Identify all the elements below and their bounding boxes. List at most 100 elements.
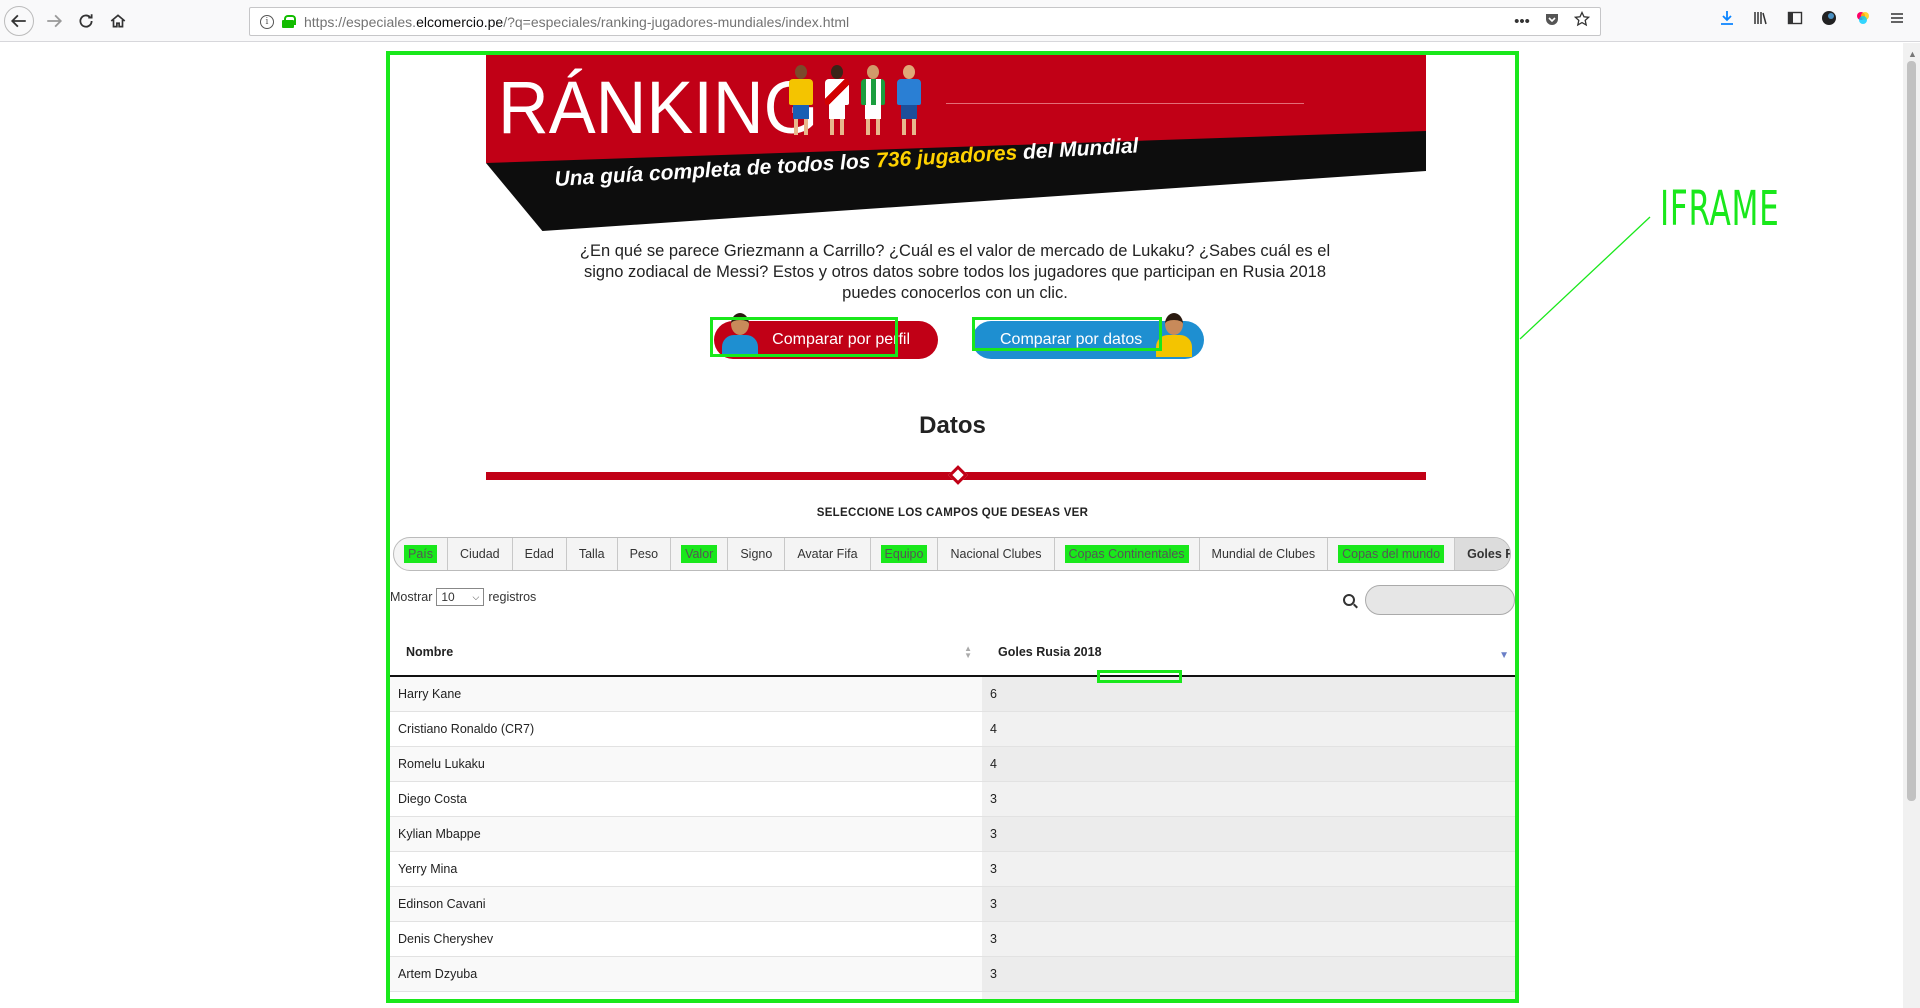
extension-dark-icon[interactable] xyxy=(1818,7,1840,29)
table-row: Edinson Cavani 3 xyxy=(390,885,1515,921)
field-toggle-label: Equipo xyxy=(880,545,928,563)
table-row: Artem Dzyuba 3 xyxy=(390,955,1515,991)
banner-divider xyxy=(946,103,1304,104)
arrow-right-icon xyxy=(47,14,63,28)
player-name-cell: Cristiano Ronaldo (CR7) xyxy=(390,710,982,746)
highlight-box xyxy=(1097,670,1182,683)
back-button[interactable] xyxy=(4,6,34,36)
search-input[interactable] xyxy=(1365,585,1515,615)
extension-color-icon[interactable] xyxy=(1852,7,1874,29)
goals-cell: 3 xyxy=(982,955,1515,991)
highlight-box xyxy=(710,317,898,357)
field-toggle-goles-rusia-2018[interactable]: Goles Rusia 2018 xyxy=(1455,538,1510,570)
player-figure-icon xyxy=(858,65,888,137)
goals-cell: 6 xyxy=(982,675,1515,711)
player-name-cell: Romelu Lukaku xyxy=(390,745,982,781)
right-toolbar xyxy=(1716,7,1920,29)
sidebar-icon[interactable] xyxy=(1784,7,1806,29)
url-text[interactable]: https://especiales.elcomercio.pe/?q=espe… xyxy=(304,14,849,30)
field-toggle-avatar-fifa[interactable]: Avatar Fifa xyxy=(785,538,871,570)
field-toggle-label: Copas Continentales xyxy=(1064,545,1189,563)
table-row: Neymar da Silva Santos (Neymar)2 xyxy=(390,990,1515,999)
field-toggle-valor[interactable]: Valor xyxy=(671,538,729,570)
player-name-cell: Artem Dzyuba xyxy=(390,955,982,991)
section-title: Datos xyxy=(919,412,986,439)
field-toggle-copas-continentales[interactable]: Copas Continentales xyxy=(1055,538,1200,570)
embedded-iframe: RÁNKING Una guía completa de todos los 7… xyxy=(386,51,1519,1003)
field-toggle-equipo[interactable]: Equipo xyxy=(871,538,939,570)
length-menu-prefix: Mostrar xyxy=(390,590,433,604)
player-name-cell: Harry Kane xyxy=(390,675,982,711)
field-toggle-nacional-clubes[interactable]: Nacional Clubes xyxy=(938,538,1055,570)
length-menu: Mostrar 10 ⌵ registros xyxy=(390,588,536,606)
forward-button[interactable] xyxy=(40,7,68,35)
table-row: Diego Costa 3 xyxy=(390,780,1515,816)
field-toggle-copas-del-mundo[interactable]: Copas del mundo xyxy=(1328,538,1456,570)
scroll-up-icon[interactable]: ▲ xyxy=(1908,49,1917,59)
table-row: Romelu Lukaku 4 xyxy=(390,745,1515,781)
download-icon[interactable] xyxy=(1716,7,1738,29)
field-toggle-ciudad[interactable]: Ciudad xyxy=(448,538,513,570)
url-actions: ••• xyxy=(1512,10,1592,31)
field-toggle-país[interactable]: País xyxy=(394,538,449,570)
field-toggle-label: Talla xyxy=(578,547,605,561)
reload-button[interactable] xyxy=(72,7,100,35)
table-row: Harry Kane 6 xyxy=(390,675,1515,711)
browser-toolbar: i https://especiales.elcomercio.pe/?q=es… xyxy=(0,0,1920,42)
intro-paragraph: ¿En qué se parece Griezmann a Carrillo? … xyxy=(579,242,1331,302)
page-viewport: IFRAME RÁNKING Una guía completa de todo… xyxy=(0,43,1920,1008)
table-row: Yerry Mina 3 xyxy=(390,850,1515,886)
scroll-thumb[interactable] xyxy=(1907,61,1916,801)
field-toggle-label: Avatar Fifa xyxy=(797,547,858,561)
field-toggle-label: Ciudad xyxy=(460,547,500,561)
goals-cell: 4 xyxy=(982,710,1515,746)
field-toggle-mundial-de-clubes[interactable]: Mundial de Clubes xyxy=(1200,538,1329,570)
field-toggle-label: Peso xyxy=(629,547,659,561)
player-name-cell: Yerry Mina xyxy=(390,850,982,886)
bookmark-star-icon[interactable] xyxy=(1572,10,1592,31)
players-table: Nombre ▲ ▼ Goles Rusia 2018 ▼ Harry Kane 6… xyxy=(390,628,1515,999)
page-scrollbar[interactable]: ▲ xyxy=(1903,43,1920,1008)
goals-cell: 3 xyxy=(982,920,1515,956)
field-toggle-label: Edad xyxy=(524,547,554,561)
field-toggle-label: Goles Rusia 2018 xyxy=(1467,547,1510,561)
player-name-cell: Edinson Cavani xyxy=(390,885,982,921)
chevron-down-icon: ⌵ xyxy=(472,591,480,602)
field-toggle-peso[interactable]: Peso xyxy=(618,538,672,570)
field-toggle-label: Valor xyxy=(681,545,718,563)
player-figure-icon xyxy=(894,65,924,137)
column-header-name[interactable]: Nombre ▲ ▼ xyxy=(390,628,982,677)
goals-cell: 3 xyxy=(982,815,1515,851)
player-name-cell: Denis Cheryshev xyxy=(390,920,982,956)
table-row: Kylian Mbappe 3 xyxy=(390,815,1515,851)
player-name-cell: Kylian Mbappe xyxy=(390,815,982,851)
ranking-banner: RÁNKING Una guía completa de todos los 7… xyxy=(486,55,1426,235)
lock-icon[interactable] xyxy=(282,15,296,28)
field-toggle-edad[interactable]: Edad xyxy=(513,538,567,570)
page-actions-icon[interactable]: ••• xyxy=(1512,13,1532,30)
pocket-icon[interactable] xyxy=(1542,11,1562,31)
home-icon xyxy=(110,14,126,28)
column-header-goals[interactable]: Goles Rusia 2018 ▼ xyxy=(982,628,1515,677)
menu-icon[interactable] xyxy=(1886,7,1908,29)
info-icon[interactable]: i xyxy=(260,14,274,29)
length-select[interactable]: 10 ⌵ xyxy=(436,588,485,606)
field-toggle-label: Mundial de Clubes xyxy=(1211,547,1316,561)
divider-diamond-icon xyxy=(948,465,968,485)
address-bar[interactable]: i https://especiales.elcomercio.pe/?q=es… xyxy=(249,7,1601,36)
field-toggle-talla[interactable]: Talla xyxy=(567,538,618,570)
library-icon[interactable] xyxy=(1750,7,1772,29)
length-menu-suffix: registros xyxy=(488,590,537,604)
field-toggle-signo[interactable]: Signo xyxy=(728,538,786,570)
search-icon xyxy=(1343,594,1355,606)
select-fields-label: SELECCIONE LOS CAMPOS QUE DESEAS VER xyxy=(816,507,1089,519)
player-name-cell: Diego Costa xyxy=(390,780,982,816)
goals-cell: 2 xyxy=(982,990,1515,999)
home-button[interactable] xyxy=(104,7,132,35)
goals-cell: 4 xyxy=(982,745,1515,781)
field-toggle-bar: País Ciudad Edad Talla Peso Valor Signo Avatar … xyxy=(393,537,1511,571)
goals-cell: 3 xyxy=(982,850,1515,886)
field-toggle-label: País xyxy=(403,545,438,563)
sort-icon: ▲ ▼ xyxy=(964,644,972,660)
goals-cell: 3 xyxy=(982,780,1515,816)
